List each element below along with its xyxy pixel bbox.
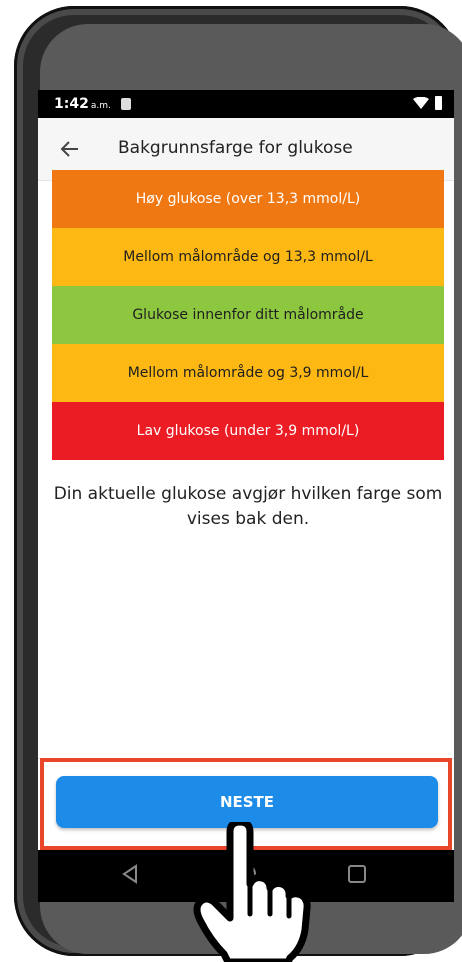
wifi-icon bbox=[413, 97, 429, 109]
nav-back-icon[interactable] bbox=[122, 864, 138, 884]
status-ampm: a.m. bbox=[90, 101, 111, 111]
nav-recents-icon[interactable] bbox=[348, 865, 366, 883]
band-high-glucose: Høy glukose (over 13,3 mmol/L) bbox=[52, 170, 444, 228]
description-text: Din aktuelle glukose avgjør hvilken farg… bbox=[53, 484, 443, 529]
page-title: Bakgrunnsfarge for glukose bbox=[118, 138, 353, 158]
status-time: 1:42 a.m. bbox=[54, 96, 111, 112]
back-arrow-icon[interactable] bbox=[58, 137, 82, 161]
screen: 1:42 a.m. Bakgrunnsfarge for glukose Høy … bbox=[38, 90, 454, 902]
band-below-target: Mellom målområde og 3,9 mmol/L bbox=[52, 344, 444, 402]
band-above-target: Mellom målområde og 13,3 mmol/L bbox=[52, 228, 444, 286]
status-bar: 1:42 a.m. bbox=[38, 90, 454, 118]
band-in-target: Glukose innenfor ditt målområde bbox=[52, 286, 444, 344]
status-time-value: 1:42 bbox=[54, 96, 89, 112]
glucose-color-legend: Høy glukose (over 13,3 mmol/L) Mellom må… bbox=[52, 170, 444, 460]
pointing-hand-icon bbox=[193, 822, 311, 962]
sim-icon bbox=[120, 98, 131, 110]
status-icons bbox=[413, 96, 442, 110]
band-low-glucose: Lav glukose (under 3,9 mmol/L) bbox=[52, 402, 444, 460]
battery-icon bbox=[435, 96, 442, 110]
